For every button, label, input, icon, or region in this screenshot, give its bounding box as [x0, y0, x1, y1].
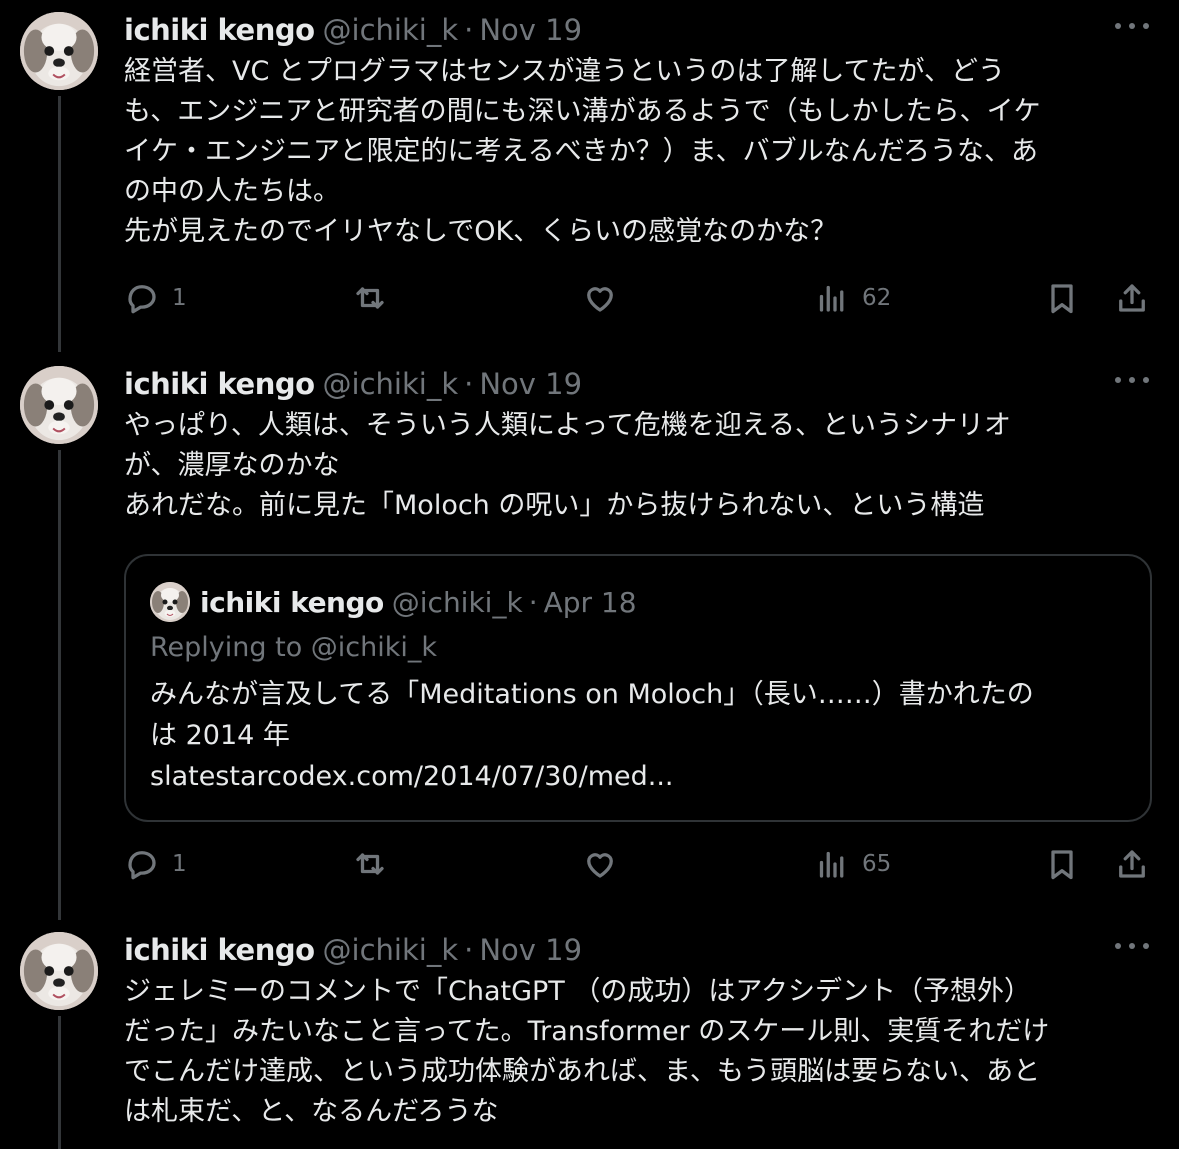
heart-icon — [587, 853, 613, 878]
avatar[interactable] — [20, 12, 98, 90]
share-button[interactable] — [1114, 278, 1150, 318]
quoted-tweet[interactable]: ichiki kengo @ichiki_k · Apr 18 Replying… — [124, 554, 1152, 822]
thread-line — [58, 96, 61, 352]
more-dots-icon[interactable] — [1115, 934, 1149, 958]
author-handle[interactable]: @ichiki_k — [323, 933, 459, 967]
bar-chart-icon — [819, 285, 844, 312]
replying-to-label: Replying to @ichiki_k — [150, 632, 438, 663]
author-name: ichiki kengo — [200, 585, 384, 619]
repost-arrows-icon — [356, 853, 384, 875]
author-handle: @ichiki_k — [391, 585, 523, 619]
tweet-date[interactable]: Nov 19 — [479, 13, 582, 47]
tweet-3[interactable]: ichiki kengo @ichiki_k · Nov 19 ジェレミーのコメ… — [0, 920, 1179, 1149]
avatar[interactable] — [150, 582, 190, 622]
like-button[interactable] — [582, 844, 618, 884]
tweet-actions: 1 62 — [124, 278, 1154, 318]
repost-button[interactable] — [352, 278, 388, 318]
reply-button[interactable]: 1 — [124, 278, 187, 318]
view-count: 62 — [862, 285, 892, 311]
more-dots-icon[interactable] — [1115, 368, 1149, 392]
tweet-text: 経営者、VC とプログラマはセンスが違うというのは了解してたが、どう も、エンジ… — [124, 56, 1041, 247]
view-count: 65 — [862, 851, 892, 877]
author-name[interactable]: ichiki kengo — [124, 13, 315, 47]
repost-button[interactable] — [352, 844, 388, 884]
views-button[interactable]: 65 — [814, 844, 891, 884]
author-handle[interactable]: @ichiki_k — [323, 13, 459, 47]
reply-count: 1 — [172, 285, 187, 311]
bar-chart-icon — [819, 851, 844, 878]
share-upload-icon — [1119, 284, 1145, 312]
author-name[interactable]: ichiki kengo — [124, 933, 315, 967]
separator-dot: · — [464, 933, 474, 967]
tweet-header: ichiki kengo @ichiki_k · Nov 19 — [124, 932, 582, 968]
quoted-tweet-header: ichiki kengo @ichiki_k · Apr 18 — [200, 584, 637, 620]
avatar[interactable] — [20, 932, 98, 1010]
separator-dot: · — [464, 13, 474, 47]
tweet-2[interactable]: ichiki kengo @ichiki_k · Nov 19 やっぱり、人類は… — [0, 354, 1179, 920]
tweet-date[interactable]: Nov 19 — [479, 367, 582, 401]
views-button[interactable]: 62 — [814, 278, 891, 318]
repost-arrows-icon — [356, 287, 384, 309]
share-upload-icon — [1119, 850, 1145, 878]
speech-bubble-icon — [128, 851, 156, 880]
tweet-header: ichiki kengo @ichiki_k · Nov 19 — [124, 12, 582, 48]
avatar[interactable] — [20, 366, 98, 444]
tweet-date[interactable]: Nov 19 — [479, 933, 582, 967]
speech-bubble-icon — [128, 285, 156, 314]
more-dots-icon[interactable] — [1115, 14, 1149, 38]
bookmark-icon — [1051, 284, 1073, 314]
tweet-actions: 1 65 — [124, 844, 1154, 884]
tweet-text: やっぱり、人類は、そういう人類によって危機を迎える、というシナリオ が、濃厚なの… — [124, 410, 1011, 521]
tweet-1[interactable]: ichiki kengo @ichiki_k · Nov 19 経営者、VC と… — [0, 0, 1179, 352]
author-name[interactable]: ichiki kengo — [124, 367, 315, 401]
author-handle[interactable]: @ichiki_k — [323, 367, 459, 401]
share-button[interactable] — [1114, 844, 1150, 884]
separator-dot: · — [464, 367, 474, 401]
bookmark-button[interactable] — [1044, 278, 1080, 318]
tweet-header: ichiki kengo @ichiki_k · Nov 19 — [124, 366, 582, 402]
quoted-tweet-text: みんなが言及してる「Meditations on Moloch」（長い……）書か… — [150, 679, 1034, 792]
bookmark-icon — [1051, 850, 1073, 880]
tweet-text: ジェレミーのコメントで「ChatGPT （の成功）はアクシデント（予想外） だっ… — [124, 976, 1050, 1127]
heart-icon — [587, 287, 613, 312]
bookmark-button[interactable] — [1044, 844, 1080, 884]
separator-dot: · — [528, 585, 538, 619]
like-button[interactable] — [582, 278, 618, 318]
thread-line — [58, 1016, 61, 1149]
reply-count: 1 — [172, 851, 187, 877]
thread-line — [58, 450, 61, 920]
reply-button[interactable]: 1 — [124, 844, 187, 884]
tweet-date: Apr 18 — [543, 585, 637, 619]
